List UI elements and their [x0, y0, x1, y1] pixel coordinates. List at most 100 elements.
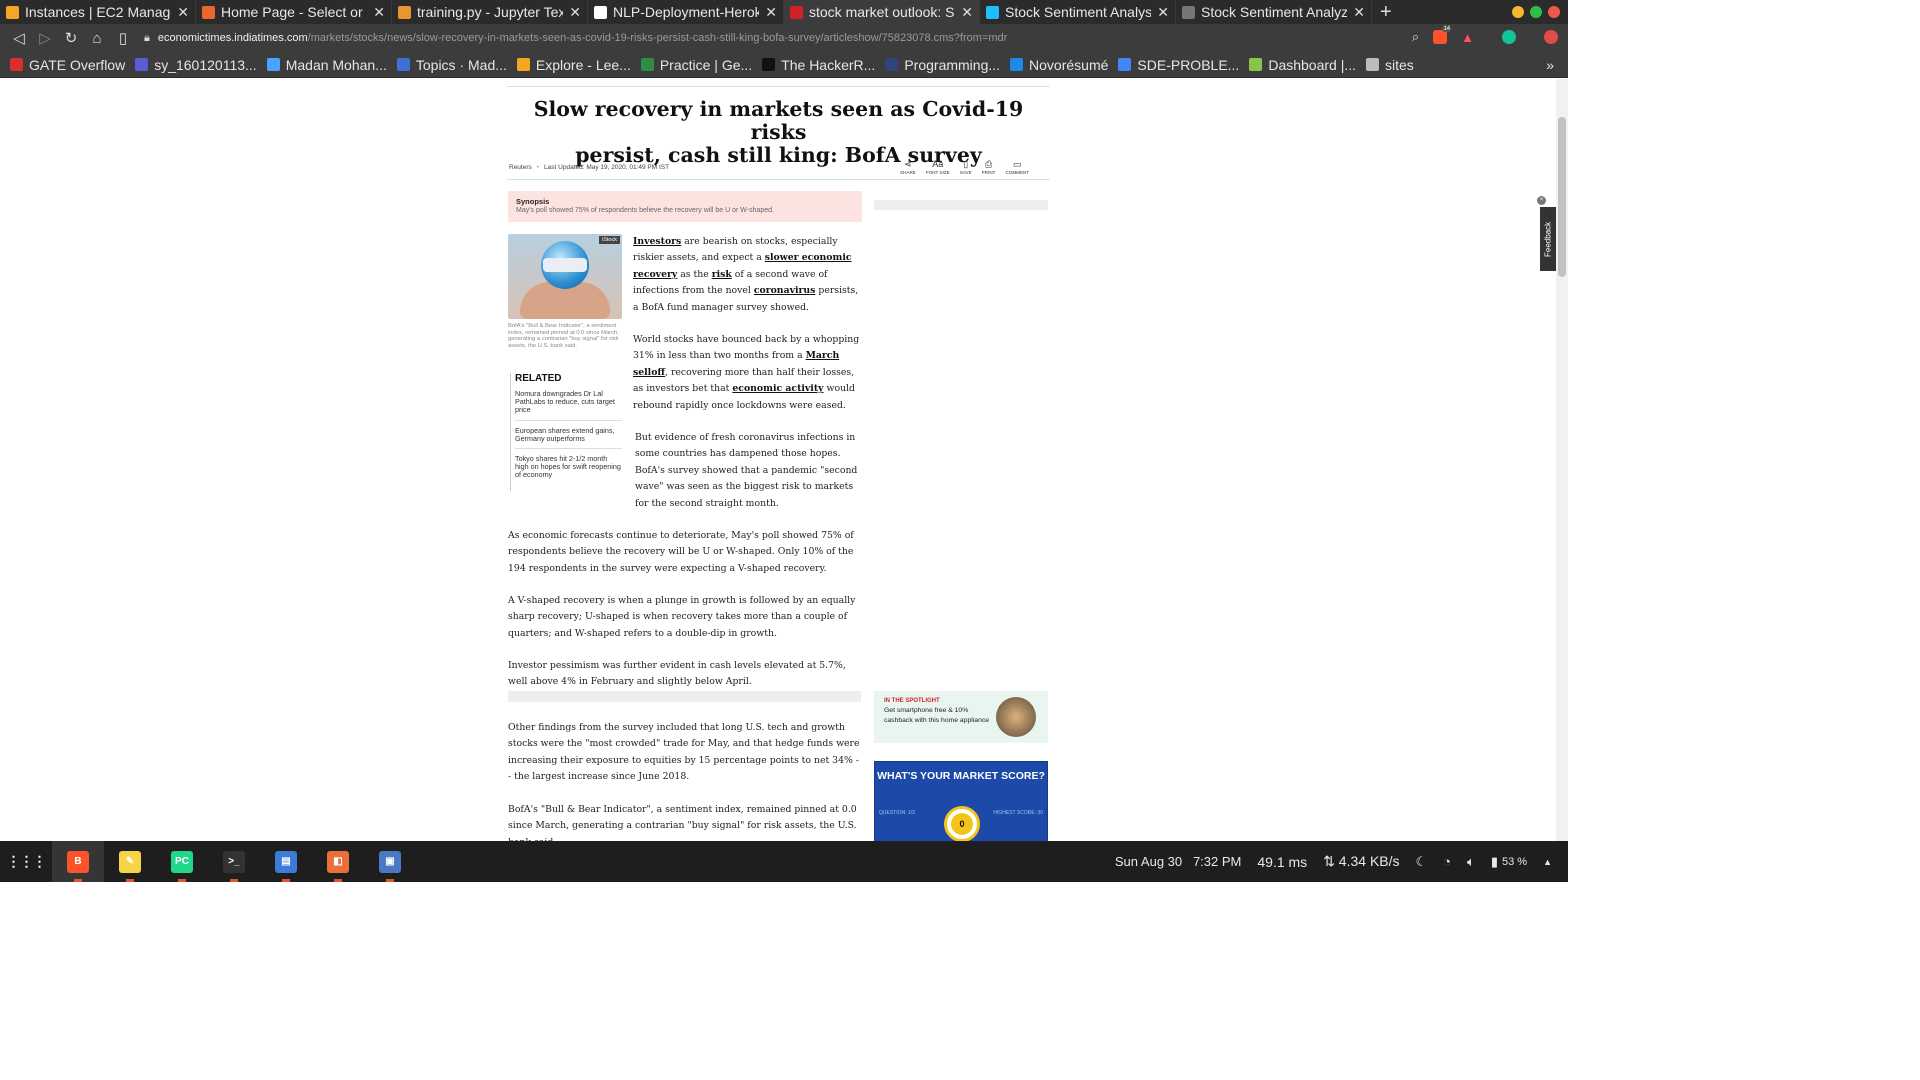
- grammarly-icon[interactable]: [1502, 30, 1516, 44]
- lead-image[interactable]: iStock: [508, 234, 622, 319]
- related-heading: RELATED: [515, 373, 562, 384]
- bookmark-item[interactable]: Novorésumé: [1010, 57, 1108, 73]
- action-label: COMMENT: [1005, 170, 1030, 175]
- page-scrollbar[interactable]: [1556, 79, 1568, 841]
- bookmark-item[interactable]: Topics · Mad...: [396, 57, 507, 73]
- night-mode-icon[interactable]: ☾: [1416, 854, 1428, 870]
- bookmark-item[interactable]: Explore - Lee...: [516, 56, 631, 73]
- browser-tab[interactable]: Stock Sentiment Analysis ✕: [980, 0, 1176, 24]
- topics-icon: [396, 58, 410, 71]
- battery-icon[interactable]: ▮: [1491, 854, 1498, 870]
- bookmark-item[interactable]: GATE Overflow: [10, 57, 125, 73]
- brave-browser-launcher[interactable]: B: [52, 841, 104, 882]
- brave-rewards-icon[interactable]: ▲: [1461, 30, 1474, 45]
- volume-icon[interactable]: 🔈︎: [1467, 854, 1475, 870]
- screenshot-icon: ▣: [379, 850, 401, 873]
- wifi-icon[interactable]: ◔: [1443, 854, 1451, 869]
- maximize-button[interactable]: [1530, 6, 1542, 18]
- market-score-widget[interactable]: WHAT'S YOUR MARKET SCORE? QUESTION: 1/3 …: [874, 761, 1048, 841]
- screenshot-launcher[interactable]: ▣: [364, 841, 416, 882]
- brave-shields-icon[interactable]: 14: [1433, 26, 1452, 44]
- bookmark-item[interactable]: The HackerR...: [762, 57, 875, 73]
- browser-tab[interactable]: NLP-Deployment-Heroku/r ✕: [588, 0, 784, 24]
- close-tab-icon[interactable]: ✕: [765, 4, 777, 21]
- close-window-button[interactable]: [1548, 6, 1560, 18]
- paragraph-5: A V-shaped recovery is when a plunge in …: [508, 595, 856, 639]
- share-action[interactable]: ⋖ SHARE: [900, 159, 916, 175]
- bookmark-item[interactable]: Practice | Ge...: [640, 57, 752, 73]
- paragraph-6: Investor pessimism was further evident i…: [508, 660, 846, 688]
- browser-tab[interactable]: Stock Sentiment Analyzer ✕: [1176, 0, 1372, 24]
- spotlight-card[interactable]: IN THE SPOTLIGHT Get smartphone free & 1…: [874, 691, 1048, 743]
- comment-action[interactable]: ▭ COMMENT: [1005, 159, 1029, 175]
- running-indicator: [230, 879, 238, 882]
- reload-icon[interactable]: ↻: [58, 29, 84, 47]
- extension-red-icon[interactable]: [1544, 30, 1558, 44]
- close-tab-icon[interactable]: ✕: [961, 4, 973, 21]
- notes-launcher[interactable]: ✎: [104, 841, 156, 882]
- browser-tab[interactable]: Home Page - Select or cr ✕: [196, 0, 392, 24]
- close-tab-icon[interactable]: ✕: [177, 4, 189, 21]
- image-caption: BofA's "Bull & Bear Indicator", a sentim…: [508, 323, 619, 349]
- link-coronavirus[interactable]: coronavirus: [754, 285, 816, 296]
- bookmark-item[interactable]: sy_160120113...: [135, 57, 257, 73]
- clock[interactable]: Sun Aug 30 7:32 PM: [1115, 854, 1241, 869]
- link-risk[interactable]: risk: [712, 269, 732, 280]
- browser-tab[interactable]: training.py - Jupyter Text ✕: [392, 0, 588, 24]
- kaggle-icon: [986, 5, 999, 19]
- forward-icon[interactable]: ▷: [32, 29, 58, 47]
- bookmark-label: Explore - Lee...: [535, 56, 631, 73]
- image-viewer-launcher[interactable]: ◧: [312, 841, 364, 882]
- bookmark-item[interactable]: Madan Mohan...: [266, 56, 387, 73]
- print-action[interactable]: ⎙ PRINT: [982, 159, 996, 175]
- address-bar[interactable]: 🔒︎ economictimes.indiatimes.com/markets/…: [144, 28, 1438, 48]
- browser-tab[interactable]: stock market outlook: Slo ✕: [784, 0, 980, 24]
- bookmark-label: Madan Mohan...: [285, 56, 387, 73]
- home-icon[interactable]: ⌂: [84, 30, 110, 47]
- tab-title: Stock Sentiment Analyzer: [1201, 4, 1348, 20]
- link-investors[interactable]: Investors: [633, 236, 681, 247]
- terminal-launcher[interactable]: >_: [208, 841, 260, 882]
- close-tab-icon[interactable]: ✕: [373, 4, 385, 21]
- files-launcher[interactable]: ▤: [260, 841, 312, 882]
- bookmark-icon: ▯: [963, 159, 969, 169]
- zoom-icon[interactable]: ⌕: [1412, 29, 1419, 45]
- bookmark-item[interactable]: sites: [1366, 57, 1414, 73]
- image-viewer-icon: ◧: [327, 850, 349, 873]
- college-icon: [135, 58, 149, 71]
- link-economic-activity[interactable]: economic activity: [732, 383, 823, 394]
- infinity-icon: [266, 58, 280, 71]
- related-link[interactable]: Tokyo shares hit 2-1/2 month high on hop…: [515, 454, 622, 485]
- bookmark-action[interactable]: ▯ SAVE: [960, 159, 972, 175]
- close-tab-icon[interactable]: ✕: [1353, 4, 1365, 21]
- files-icon: ▤: [275, 850, 297, 873]
- app-grid-launcher[interactable]: ⋮⋮⋮: [0, 841, 52, 882]
- close-tab-icon[interactable]: ✕: [569, 4, 581, 21]
- bookmark-page-icon[interactable]: ▯: [110, 29, 136, 47]
- back-icon[interactable]: ◁: [6, 29, 32, 47]
- running-indicator: [282, 879, 290, 882]
- feedback-tab[interactable]: Feedback: [1540, 207, 1556, 271]
- scrollbar-thumb[interactable]: [1558, 117, 1566, 277]
- feedback-close-icon[interactable]: ×: [1537, 196, 1546, 205]
- minimize-button[interactable]: [1512, 6, 1524, 18]
- related-link[interactable]: European shares extend gains, Germany ou…: [515, 426, 622, 450]
- pycharm-launcher[interactable]: PC: [156, 841, 208, 882]
- article-source[interactable]: Reuters: [509, 164, 532, 171]
- os-taskbar: ⋮⋮⋮ B ✎ PC >_ ▤ ◧ ▣ Sun Aug 30 7:32 PM 49.1 ms …: [0, 841, 1568, 882]
- terminal-icon: >_: [223, 850, 245, 873]
- tab-strip: Instances | EC2 Managem✕Home Page - Sele…: [0, 0, 1372, 24]
- bookmarks-overflow-button[interactable]: »: [1546, 57, 1554, 73]
- bookmark-item[interactable]: Programming...: [885, 57, 1000, 73]
- sidebar-ad-placeholder: [874, 200, 1048, 210]
- bookmark-item[interactable]: Dashboard |...: [1249, 57, 1356, 73]
- toolbar-extensions: ⌕ 14 ▲: [1412, 26, 1558, 45]
- close-tab-icon[interactable]: ✕: [1157, 4, 1169, 21]
- bookmarks-bar: GATE Overflow sy_160120113... Madan Mohan.…: [0, 52, 1568, 78]
- related-link[interactable]: Nomura downgrades Dr Lal PathLabs to red…: [515, 389, 622, 421]
- new-tab-button[interactable]: +: [1380, 1, 1392, 24]
- font-size-action[interactable]: Aa FONT SIZE: [926, 159, 950, 175]
- bookmark-item[interactable]: SDE-PROBLE...: [1118, 57, 1239, 73]
- tray-expand-icon[interactable]: ▲: [1543, 857, 1552, 867]
- browser-tab[interactable]: Instances | EC2 Managem ✕: [0, 0, 196, 24]
